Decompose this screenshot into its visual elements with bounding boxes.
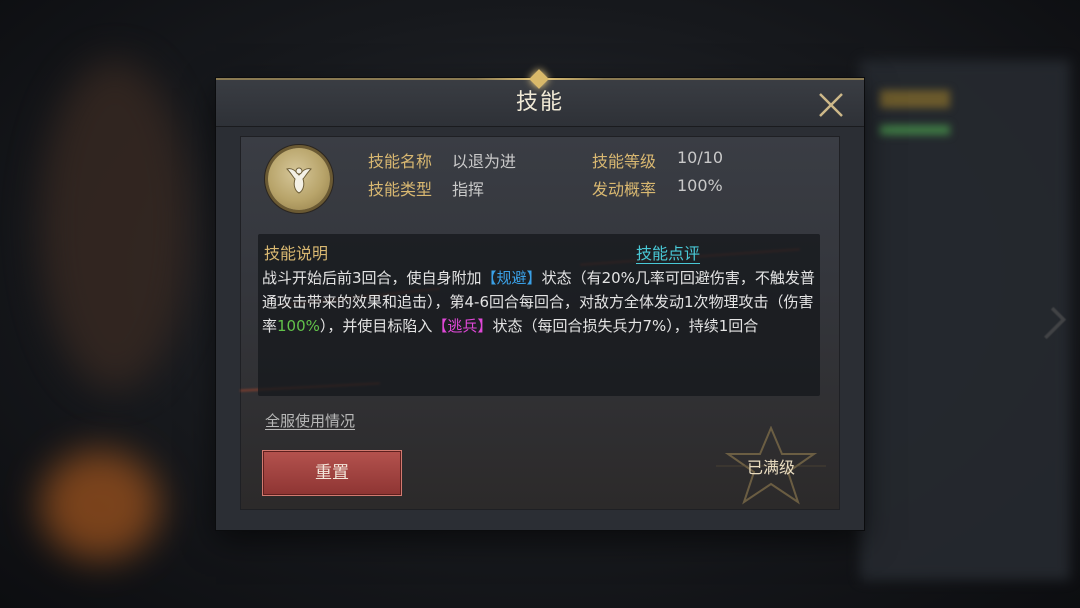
- skill-name-label: 技能名称: [368, 152, 433, 171]
- skill-name-value: 以退为进: [452, 152, 517, 171]
- skill-dialog: 技能 技能名称 以退为进 技能等级 10/10 技能类型 指挥 发动概率 100…: [216, 69, 864, 530]
- background-fire-glow: [40, 450, 160, 560]
- dialog-title-bar: 技能: [216, 69, 864, 127]
- description-segment-pink: 【逃兵】: [432, 317, 493, 335]
- skill-review-link[interactable]: 技能点评: [636, 240, 700, 264]
- skill-emblem-icon: [286, 167, 312, 194]
- description-segment-blue: 【规避】: [481, 269, 542, 287]
- skill-panel: 技能名称 以退为进 技能等级 10/10 技能类型 指挥 发动概率 100% 技…: [240, 136, 840, 510]
- description-segment-normal: ），并使目标陷入: [319, 317, 433, 335]
- background-bar: [880, 90, 950, 108]
- skill-description-box: 技能说明 技能点评 战斗开始后前3回合，使自身附加【规避】状态（有20%几率可回…: [258, 234, 820, 396]
- background-bar: [880, 125, 950, 135]
- skill-icon: [268, 148, 330, 210]
- skill-description-title: 技能说明: [264, 244, 329, 263]
- description-segment-normal: 战斗开始后前3回合，使自身附加: [262, 269, 482, 287]
- skill-type-value: 指挥: [452, 180, 485, 199]
- trigger-rate-label: 发动概率: [592, 180, 657, 199]
- dialog-title: 技能: [515, 90, 564, 115]
- close-button[interactable]: [814, 88, 848, 122]
- skill-level-label: 技能等级: [592, 152, 657, 171]
- skill-level-value: 10/10: [677, 148, 724, 167]
- skill-type-label: 技能类型: [368, 180, 433, 199]
- max-level-text: 已满级: [746, 458, 795, 477]
- description-segment-green: 100%: [277, 317, 320, 335]
- reset-button[interactable]: 重置: [262, 450, 402, 496]
- skill-description-text: 战斗开始后前3回合，使自身附加【规避】状态（有20%几率可回避伤害，不触发普通攻…: [262, 266, 818, 338]
- background-general-figure: [40, 60, 190, 390]
- server-usage-link[interactable]: 全服使用情况: [265, 410, 355, 431]
- close-icon: [819, 93, 843, 117]
- max-level-badge: 已满级: [716, 426, 826, 506]
- trigger-rate-value: 100%: [677, 176, 723, 195]
- description-segment-normal: 状态（每回合损失兵力7%），持续1回合: [492, 317, 759, 335]
